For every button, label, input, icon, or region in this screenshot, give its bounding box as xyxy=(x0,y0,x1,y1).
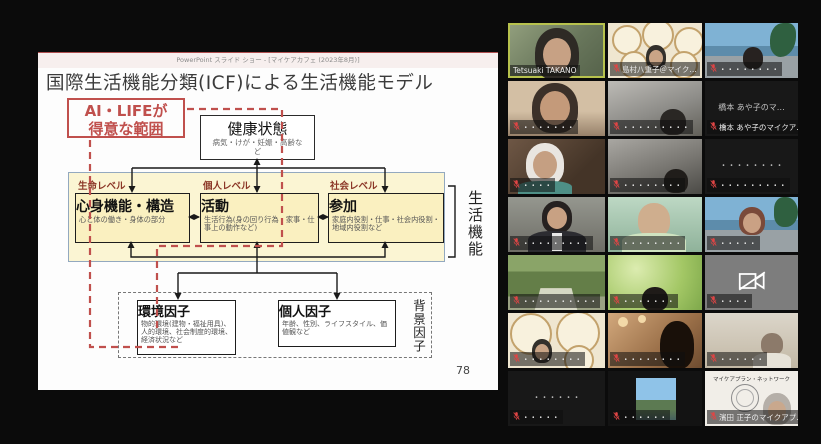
body-function-subtitle: 心と体の働き・身体の部分 xyxy=(76,216,189,224)
participant-name: ・・・・・・・・・ xyxy=(522,239,590,248)
activity-title: 活動 xyxy=(201,196,318,216)
participant-name: ・・・・・・ xyxy=(719,355,764,364)
personal-factor-title: 個人因子 xyxy=(279,301,395,320)
participant-tile[interactable]: ・・・・・ xyxy=(705,197,798,252)
participant-name: ・・・・・・・・・ xyxy=(622,123,690,132)
participant-tile[interactable]: ・・・・・・・・・ xyxy=(508,197,605,252)
participant-name: ・・・・・ xyxy=(719,239,757,248)
participant-name: ・・・・・ xyxy=(522,413,560,422)
participant-tile[interactable]: ・・・・・・・ xyxy=(608,255,702,310)
participant-name: ・・・・・・・・・・ xyxy=(522,297,597,306)
participant-tile[interactable]: ・・・・・・・・・ xyxy=(608,81,702,136)
participation-subtitle: 家庭内役割・仕事・社会内役割・地域内役割など xyxy=(329,216,443,232)
personal-factor-box: 個人因子 年齢、性別、ライフスタイル、価値観など xyxy=(278,300,396,347)
body-function-box: 心身機能・構造 心と体の働き・身体の部分 xyxy=(75,193,190,243)
ai-life-scope-box: AI・LIFEが 得意な範囲 xyxy=(67,98,185,138)
mic-muted-icon xyxy=(710,353,717,365)
participant-tile[interactable]: ・・・・・・・・・・ xyxy=(508,255,605,310)
participant-name: 橋本 あや子のマイクア… xyxy=(719,123,798,132)
mic-muted-icon xyxy=(513,121,520,133)
participant-tile[interactable]: ・・・・・・・・ xyxy=(608,197,702,252)
participation-box: 参加 家庭内役割・仕事・社会内役割・地域内役割など xyxy=(328,193,444,243)
participant-tile[interactable]: ・・・・・・・・ xyxy=(705,23,798,78)
health-state-box: 健康状態 病気・けが・妊娠・高齢など xyxy=(200,115,315,160)
mic-muted-icon xyxy=(710,63,717,75)
environment-factor-title: 環境因子 xyxy=(138,301,235,320)
mic-muted-icon xyxy=(710,295,717,307)
slide-title: 国際生活機能分類(ICF)による生活機能モデル xyxy=(46,69,492,95)
participant-tile[interactable]: ・・・・・・・・ ・・・・・・・・・ xyxy=(705,139,798,194)
slide-page-number: 78 xyxy=(456,364,470,377)
participant-tile[interactable]: ・・・・・・ ・・・・・ xyxy=(508,371,605,426)
ai-scope-line1: AI・LIFEが xyxy=(69,102,183,120)
participant-name: 島村八重子＠マイク… xyxy=(622,65,697,74)
mic-muted-icon xyxy=(710,179,717,191)
participant-name: ・・・・・・・・ xyxy=(622,355,682,364)
mic-muted-icon xyxy=(613,121,620,133)
ai-scope-line2: 得意な範囲 xyxy=(69,120,183,138)
tile-center-text: ・・・・・・・・ xyxy=(705,160,798,171)
participant-name: Tetsuaki TAKANO xyxy=(513,66,577,75)
environment-factor-subtitle: 物的環境(建物・福祉用具)、人的環境、社会制度的環境、経済状況など xyxy=(138,320,235,344)
participant-name: ・・・・・・・ xyxy=(622,297,675,306)
participant-name: ・・・・ xyxy=(719,297,749,306)
participant-tile[interactable]: Tetsuaki TAKANO xyxy=(508,23,605,78)
participant-tile[interactable]: ・・・・・・・・ xyxy=(608,139,702,194)
mic-muted-icon xyxy=(613,179,620,191)
participant-tile[interactable]: ・・・・・・・・ xyxy=(608,313,702,368)
participant-tile[interactable]: 島村八重子＠マイク… xyxy=(608,23,702,78)
participant-name: ・・・・・・・・・ xyxy=(719,181,787,190)
mic-muted-icon xyxy=(710,121,717,133)
camera-off-icon xyxy=(738,271,766,295)
life-function-group-label: 生活機能 xyxy=(465,184,486,264)
participant-tile[interactable]: ・・・・・・・・ xyxy=(508,313,605,368)
health-state-subtitle: 病気・けが・妊娠・高齢など xyxy=(201,139,314,156)
level-label-social: 社会レベル xyxy=(330,178,378,192)
participant-tile[interactable]: マイケアプラン・ネットワーク 濱田 正子のマイクアプ… xyxy=(705,371,798,426)
participant-tile[interactable]: ・・・・・・ xyxy=(705,313,798,368)
participant-name: ・・・・ xyxy=(522,181,552,190)
participant-name: ・・・・・・・・ xyxy=(622,181,682,190)
participant-tile[interactable]: ・・・・ xyxy=(705,255,798,310)
mic-muted-icon xyxy=(613,295,620,307)
shared-slide: PowerPoint スライド ショー - [マイケアカフェ (2023年8月)… xyxy=(38,52,498,390)
mic-muted-icon xyxy=(613,63,620,75)
tile-center-text: ・・・・・・ xyxy=(508,392,605,403)
mic-muted-icon xyxy=(513,179,520,191)
participant-name: ・・・・・・ xyxy=(622,413,667,422)
tile-center-text: 橋本 あや子のマ… xyxy=(705,102,798,113)
participant-grid: Tetsuaki TAKANO 島村八重子＠マイク… ・・・・・・・・ ・・・・… xyxy=(508,23,798,426)
body-function-title: 心身機能・構造 xyxy=(76,196,189,216)
powerpoint-titlebar: PowerPoint スライド ショー - [マイケアカフェ (2023年8月)… xyxy=(38,52,498,68)
participant-tile[interactable]: ・・・・・・ xyxy=(608,371,702,426)
mic-muted-icon xyxy=(513,353,520,365)
mic-muted-icon xyxy=(613,411,620,423)
participant-tile[interactable]: ・・・・・・・ xyxy=(508,81,605,136)
activity-box: 活動 生活行為(身の回り行為・家事・仕事上の動作など) xyxy=(200,193,319,243)
mic-muted-icon xyxy=(513,295,520,307)
tile-header-text: マイケアプラン・ネットワーク xyxy=(705,375,798,383)
level-label-individual: 個人レベル xyxy=(203,178,251,192)
mic-muted-icon xyxy=(613,237,620,249)
participation-title: 参加 xyxy=(329,196,443,216)
mic-muted-icon xyxy=(613,353,620,365)
mic-muted-icon xyxy=(710,237,717,249)
environment-factor-box: 環境因子 物的環境(建物・福祉用具)、人的環境、社会制度的環境、経済状況など xyxy=(137,300,236,355)
participant-name: ・・・・・・・ xyxy=(522,123,575,132)
participant-name: ・・・・・・・・ xyxy=(622,239,682,248)
mic-muted-icon xyxy=(513,237,520,249)
participant-tile[interactable]: ・・・・ xyxy=(508,139,605,194)
health-state-title: 健康状態 xyxy=(201,118,314,139)
participant-tile[interactable]: 橋本 あや子のマ… 橋本 あや子のマイクア… xyxy=(705,81,798,136)
participant-name: ・・・・・・・・ xyxy=(522,355,582,364)
mic-muted-icon xyxy=(513,411,520,423)
background-factors-label: 背景因子 xyxy=(409,296,428,356)
participant-name: ・・・・・・・・ xyxy=(719,65,779,74)
participant-name: 濱田 正子のマイクアプ… xyxy=(719,413,798,422)
personal-factor-subtitle: 年齢、性別、ライフスタイル、価値観など xyxy=(279,320,395,336)
level-label-life: 生命レベル xyxy=(78,178,126,192)
activity-subtitle: 生活行為(身の回り行為・家事・仕事上の動作など) xyxy=(201,216,318,232)
mic-muted-icon xyxy=(710,411,717,423)
